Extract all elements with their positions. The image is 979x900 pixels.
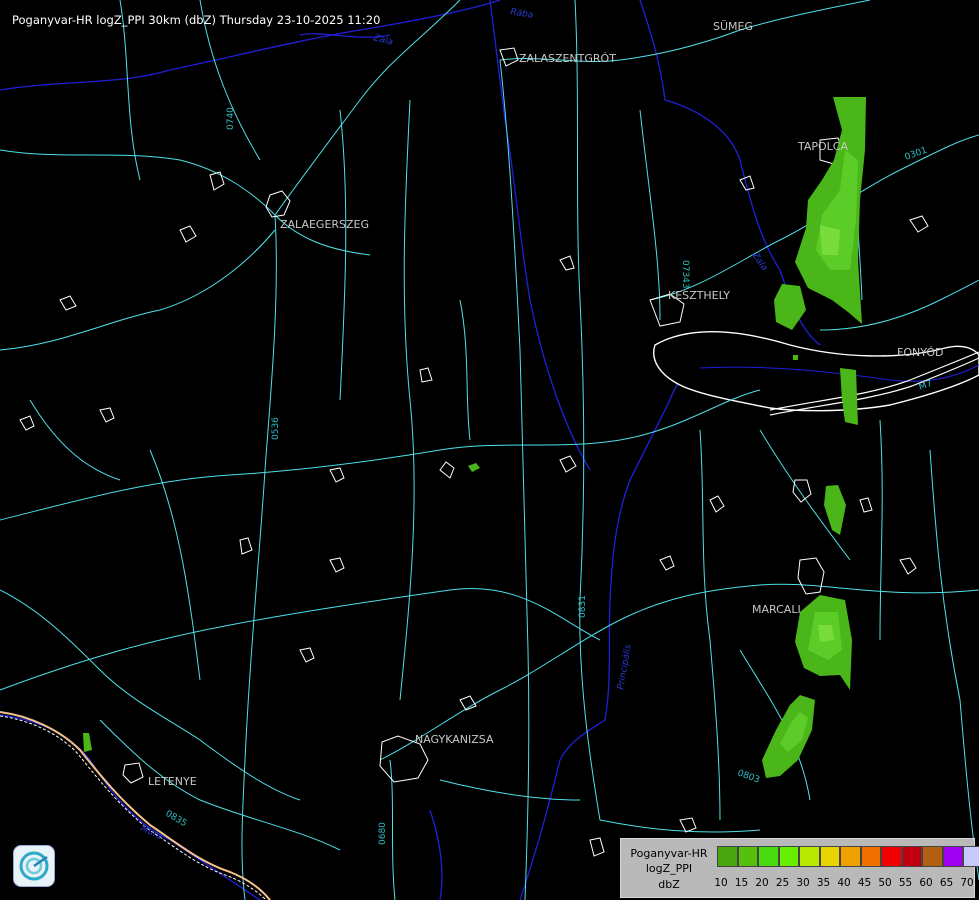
road-label: 0831 — [578, 595, 588, 618]
city-label-sumeg: SÜMEG — [713, 20, 753, 33]
city-label-zalaszentgrot: ZALASZENTGRÓT — [519, 52, 616, 65]
road-label: 0536 — [271, 417, 281, 440]
legend-tick-label: 20 — [755, 877, 769, 889]
legend-swatch — [819, 846, 840, 867]
legend-tick-label: 55 — [898, 877, 913, 889]
legend-ticks: 10 15 20 25 30 35 40 45 50 55 60 65 70 — [710, 877, 976, 891]
legend-tick-label: 60 — [919, 877, 933, 889]
city-label-tapolca: TAPOLCA — [797, 140, 848, 153]
map-title: Poganyvar-HR logZ_PPI 30km (dbZ) Thursda… — [12, 13, 381, 27]
city-label-marcali: MARCALI — [752, 603, 801, 616]
legend-swatch — [922, 846, 943, 867]
legend-tick-label: 45 — [857, 877, 872, 889]
legend-swatch — [758, 846, 779, 867]
radar-map[interactable]: SÜMEG ZALASZENTGRÓT TAPOLCA ZALAEGERSZEG… — [0, 0, 979, 900]
radar-logo-icon — [13, 845, 55, 887]
legend-tick-label: 65 — [939, 877, 954, 889]
city-label-fonyod: FONYÓD — [897, 346, 943, 359]
legend-swatch — [881, 846, 902, 867]
legend-tick-label: 15 — [734, 877, 749, 889]
legend-tick-label: 40 — [837, 877, 851, 889]
legend-tick-label: 50 — [878, 877, 892, 889]
legend-swatch — [737, 846, 758, 867]
road-label: 07343 — [680, 260, 690, 289]
legend-tick-label: 25 — [775, 877, 790, 889]
legend-swatch — [860, 846, 881, 867]
legend-swatch — [778, 846, 799, 867]
road-label: 0740 — [226, 107, 236, 130]
legend-swatch — [963, 846, 979, 867]
legend-product: logZ_PPI — [645, 862, 693, 875]
city-label-keszthely: KESZTHELY — [668, 289, 730, 302]
legend-swatch — [840, 846, 861, 867]
legend-radar-name: Poganyvar-HR — [630, 847, 708, 860]
city-label-zalaegerszeg: ZALAEGERSZEG — [280, 218, 369, 231]
road-label: 0680 — [378, 822, 388, 845]
legend-tick-label: 35 — [816, 877, 831, 889]
legend-swatch — [942, 846, 963, 867]
legend-tick-label: 70 — [960, 877, 974, 889]
legend-swatch — [901, 846, 922, 867]
legend-unit: dbZ — [658, 878, 680, 891]
legend-swatch — [717, 846, 738, 867]
city-label-letenye: LETENYE — [148, 775, 197, 788]
legend-swatches — [717, 846, 979, 867]
city-label-nagykanizsa: NAGYKANIZSA — [415, 733, 494, 746]
legend-swatch — [799, 846, 820, 867]
legend-tick-label: 10 — [714, 877, 728, 889]
legend-tick-label: 30 — [796, 877, 810, 889]
color-legend: Poganyvar-HR logZ_PPI dbZ 10 15 20 25 30 35 40… — [620, 838, 979, 898]
